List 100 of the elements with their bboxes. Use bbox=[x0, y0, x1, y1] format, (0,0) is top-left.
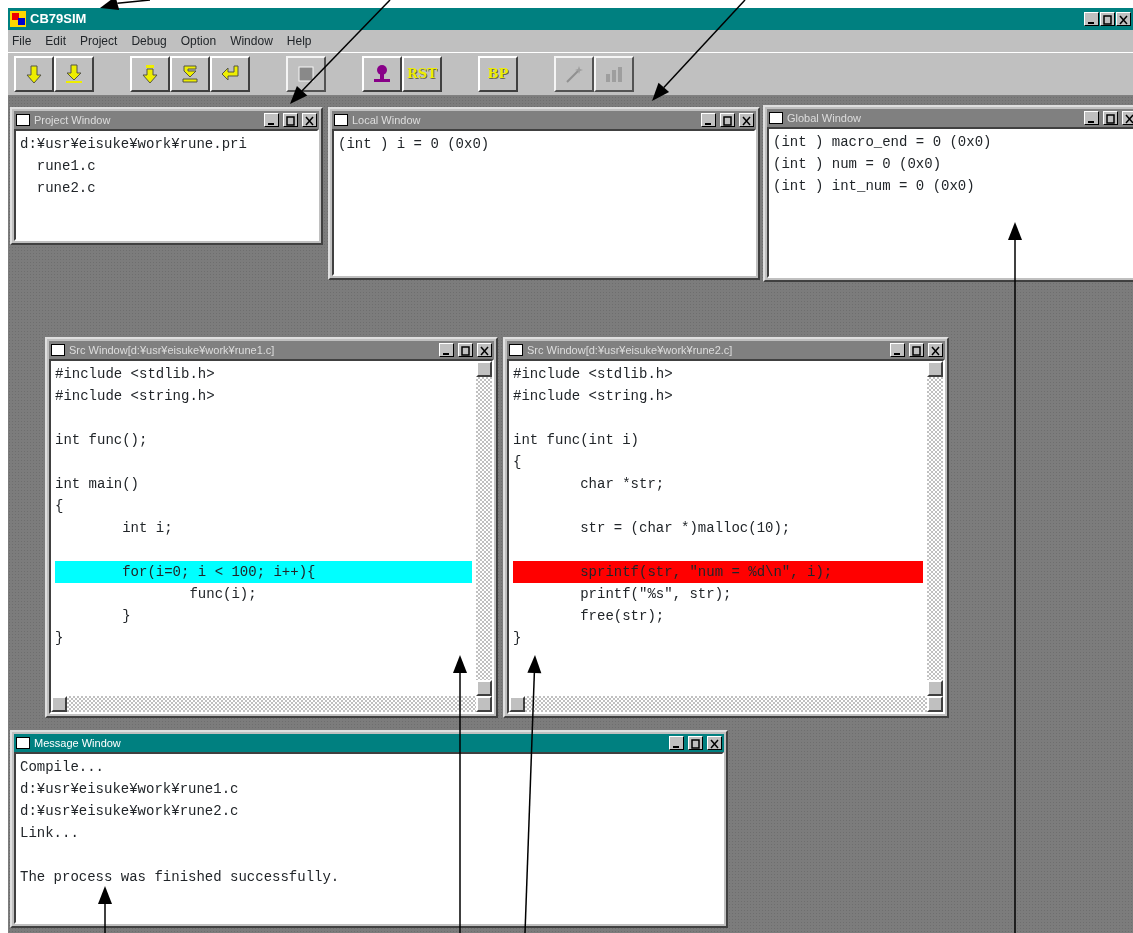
close-icon bbox=[741, 115, 752, 126]
close-button[interactable] bbox=[739, 113, 754, 127]
minimize-button[interactable] bbox=[439, 343, 454, 357]
child-window-title: Global Window bbox=[787, 110, 862, 126]
code-line: free(str); bbox=[579, 607, 666, 626]
child-window-title: Message Window bbox=[34, 735, 122, 751]
code-line: #include <string.h> bbox=[55, 387, 216, 406]
child-window-title: Project Window bbox=[34, 112, 112, 128]
window-icon bbox=[509, 344, 523, 356]
code-line: Link... bbox=[20, 824, 80, 843]
menu-item[interactable]: Window bbox=[230, 32, 273, 50]
horizontal-scrollbar[interactable] bbox=[509, 696, 943, 712]
code-line: (int ) i = 0 (0x0) bbox=[338, 135, 491, 154]
close-button[interactable] bbox=[1122, 111, 1133, 125]
code-line: #include <stdlib.h> bbox=[55, 365, 216, 384]
minimize-button[interactable] bbox=[1084, 111, 1099, 125]
code-line: } bbox=[55, 629, 65, 648]
minimize-button[interactable] bbox=[890, 343, 905, 357]
minimize-icon bbox=[443, 353, 449, 355]
minimize-icon bbox=[1088, 121, 1094, 123]
window-icon bbox=[16, 114, 30, 126]
code-line: #include <string.h> bbox=[513, 387, 674, 406]
child-window-title: Local Window bbox=[352, 112, 422, 128]
square-icon bbox=[296, 64, 316, 84]
down-arrow-icon bbox=[24, 64, 44, 84]
vertical-scrollbar[interactable] bbox=[927, 361, 943, 696]
code-line: (int ) int_num = 0 (0x0) bbox=[773, 177, 976, 196]
vertical-scrollbar[interactable] bbox=[476, 361, 492, 696]
toolbar-button[interactable] bbox=[54, 56, 94, 92]
minimize-icon bbox=[894, 353, 900, 355]
menu-item[interactable]: Help bbox=[286, 32, 312, 50]
step-over-icon bbox=[180, 64, 200, 84]
maximize-icon bbox=[1102, 14, 1113, 25]
annotation-arrow bbox=[100, 0, 151, 10]
toolbar-button[interactable] bbox=[130, 56, 170, 92]
window-icon bbox=[334, 114, 348, 126]
toolbar-button[interactable] bbox=[14, 56, 54, 92]
menu-item[interactable]: Debug bbox=[131, 32, 167, 50]
wand-icon bbox=[564, 64, 584, 84]
maximize-icon bbox=[460, 345, 471, 356]
code-line: printf("%s", str); bbox=[579, 585, 733, 604]
code-line: char *str; bbox=[579, 475, 666, 494]
close-icon bbox=[1124, 113, 1133, 124]
maximize-icon bbox=[722, 115, 733, 126]
code-line: { bbox=[55, 497, 65, 516]
code-line: rune2.c bbox=[35, 179, 97, 198]
maximize-button[interactable] bbox=[688, 736, 703, 750]
down-arrow-icon bbox=[64, 64, 84, 84]
code-line: } bbox=[121, 607, 132, 626]
toolbar-button[interactable] bbox=[362, 56, 402, 92]
minimize-icon bbox=[268, 123, 274, 125]
horizontal-scrollbar[interactable] bbox=[51, 696, 492, 712]
code-line: int i; bbox=[121, 519, 174, 538]
window-icon bbox=[769, 112, 783, 124]
code-line: (int ) macro_end = 0 (0x0) bbox=[773, 133, 993, 152]
menu-item[interactable]: Project bbox=[80, 32, 118, 50]
code-line: { bbox=[513, 453, 523, 472]
code-line: d:¥usr¥eisuke¥work¥rune.pri bbox=[20, 135, 248, 154]
maximize-icon bbox=[1105, 113, 1116, 124]
toolbar-button[interactable] bbox=[170, 56, 210, 92]
window-icon bbox=[16, 737, 30, 749]
bar-chart-icon bbox=[604, 64, 624, 84]
close-icon bbox=[479, 345, 490, 356]
maximize-button[interactable] bbox=[1100, 12, 1115, 26]
maximize-button[interactable] bbox=[458, 343, 473, 357]
maximize-icon bbox=[690, 738, 701, 749]
minimize-button[interactable] bbox=[701, 113, 716, 127]
window-title: CB79SIM bbox=[30, 10, 87, 29]
window-icon bbox=[51, 344, 65, 356]
code-line: str = (char *)malloc(10); bbox=[579, 519, 792, 538]
minimize-button[interactable] bbox=[669, 736, 684, 750]
annotation-arrow bbox=[98, 886, 112, 933]
toolbar-button[interactable] bbox=[210, 56, 250, 92]
close-button[interactable] bbox=[477, 343, 492, 357]
code-line: Compile... bbox=[20, 758, 105, 777]
maximize-button[interactable] bbox=[909, 343, 924, 357]
menu-item[interactable]: File bbox=[12, 32, 32, 50]
child-window-title: Src Window[d:¥usr¥eisuke¥work¥rune1.c] bbox=[69, 342, 276, 358]
maximize-button[interactable] bbox=[1103, 111, 1118, 125]
maximize-icon bbox=[911, 345, 922, 356]
minimize-button[interactable] bbox=[264, 113, 279, 127]
app-logo-icon bbox=[10, 11, 26, 27]
maximize-button[interactable] bbox=[283, 113, 298, 127]
menu-item[interactable]: Edit bbox=[45, 32, 67, 50]
close-icon bbox=[930, 345, 941, 356]
code-line: } bbox=[513, 629, 523, 648]
code-line: The process was finished successfully. bbox=[20, 868, 341, 887]
stamp-icon bbox=[372, 64, 392, 84]
menu-item[interactable]: Option bbox=[180, 32, 217, 50]
code-line: d:¥usr¥eisuke¥work¥rune1.c bbox=[20, 780, 240, 799]
close-button[interactable] bbox=[707, 736, 722, 750]
code-line: (int ) num = 0 (0x0) bbox=[773, 155, 943, 174]
maximize-icon bbox=[285, 115, 296, 126]
close-button[interactable] bbox=[928, 343, 943, 357]
minimize-button[interactable] bbox=[1084, 12, 1099, 26]
code-line: int func(int i) bbox=[513, 431, 641, 450]
maximize-button[interactable] bbox=[720, 113, 735, 127]
close-button[interactable] bbox=[302, 113, 317, 127]
code-line: int main() bbox=[55, 475, 140, 494]
close-button[interactable] bbox=[1116, 12, 1131, 26]
